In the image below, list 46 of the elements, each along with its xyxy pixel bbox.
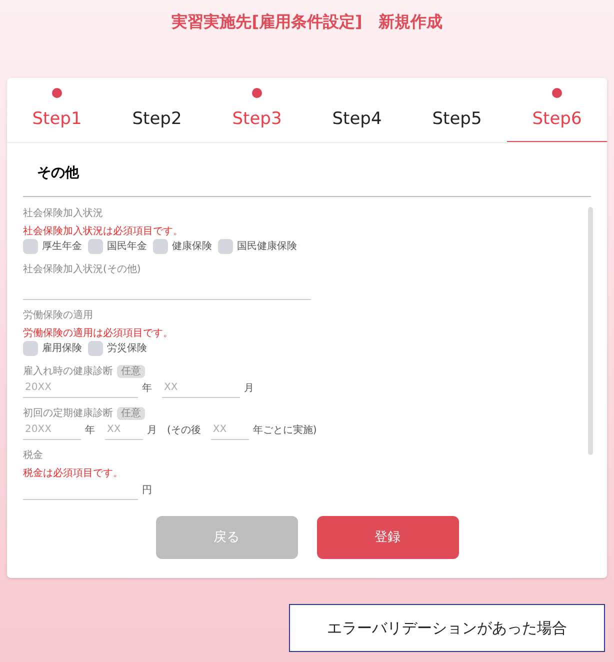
input-field[interactable]: 20XX (23, 420, 81, 440)
unit-label: (その後 (167, 424, 201, 438)
error-message: 税金は必須項目です。 (23, 467, 124, 480)
unit-label: 月 (244, 382, 254, 396)
step-tab[interactable]: Step3 (207, 78, 307, 142)
step-tab[interactable]: Step2 (107, 78, 207, 142)
checkbox[interactable] (23, 341, 38, 356)
section-title: その他 (23, 143, 591, 197)
field-label: 労働保険の適用 (23, 309, 93, 322)
input-field[interactable]: XX (105, 420, 143, 440)
checkbox[interactable] (88, 341, 103, 356)
checkbox[interactable] (88, 239, 103, 254)
step-tab[interactable]: Step4 (307, 78, 407, 142)
unit-label: 年 (142, 382, 152, 396)
field-label: 初回の定期健康診断 (23, 407, 113, 420)
unit-label: 年ごとに実施) (252, 424, 317, 438)
step-tab[interactable]: Step6 (507, 78, 607, 142)
note-box: エラーバリデーションがあった場合 (289, 604, 605, 652)
input-field[interactable]: XX (162, 378, 240, 398)
checkbox[interactable] (218, 239, 233, 254)
step-tab[interactable]: Step5 (407, 78, 507, 142)
field-label: 社会保険加入状況 (23, 207, 103, 220)
input-field[interactable]: XX (210, 420, 249, 440)
checkbox-option[interactable]: 国民年金 (88, 239, 147, 254)
error-message: 労働保険の適用は必須項目です。 (23, 327, 174, 340)
unit-label: 年 (85, 424, 95, 438)
error-message: 社会保険加入状況は必須項目です。 (23, 225, 184, 238)
page-title: 実習実施先[雇用条件設定] 新規作成 (172, 11, 442, 33)
checkbox-option[interactable]: 国民健康保険 (218, 239, 297, 254)
field-label: 税金 (23, 449, 43, 462)
checkbox-option[interactable]: 健康保険 (153, 239, 212, 254)
checkbox[interactable] (153, 239, 168, 254)
field-label: 社会保険加入状況(その他) (23, 263, 141, 276)
checkbox-option[interactable]: 厚生年金 (23, 239, 82, 254)
optional-badge: 任意 (117, 365, 145, 378)
unit-label: 円 (142, 484, 152, 498)
input-field[interactable]: 20XX (23, 378, 138, 398)
checkbox-option[interactable]: 雇用保険 (23, 341, 82, 356)
unit-label: 月 (147, 424, 157, 438)
step-tab[interactable]: Step1 (7, 78, 107, 142)
checkbox-option[interactable]: 労災保険 (88, 341, 147, 356)
checkbox[interactable] (23, 239, 38, 254)
field-label: 雇入れ時の健康診断 (23, 365, 113, 378)
register-button[interactable]: 登録 (316, 516, 458, 559)
optional-badge: 任意 (117, 407, 145, 420)
scrollbar[interactable] (588, 207, 593, 455)
